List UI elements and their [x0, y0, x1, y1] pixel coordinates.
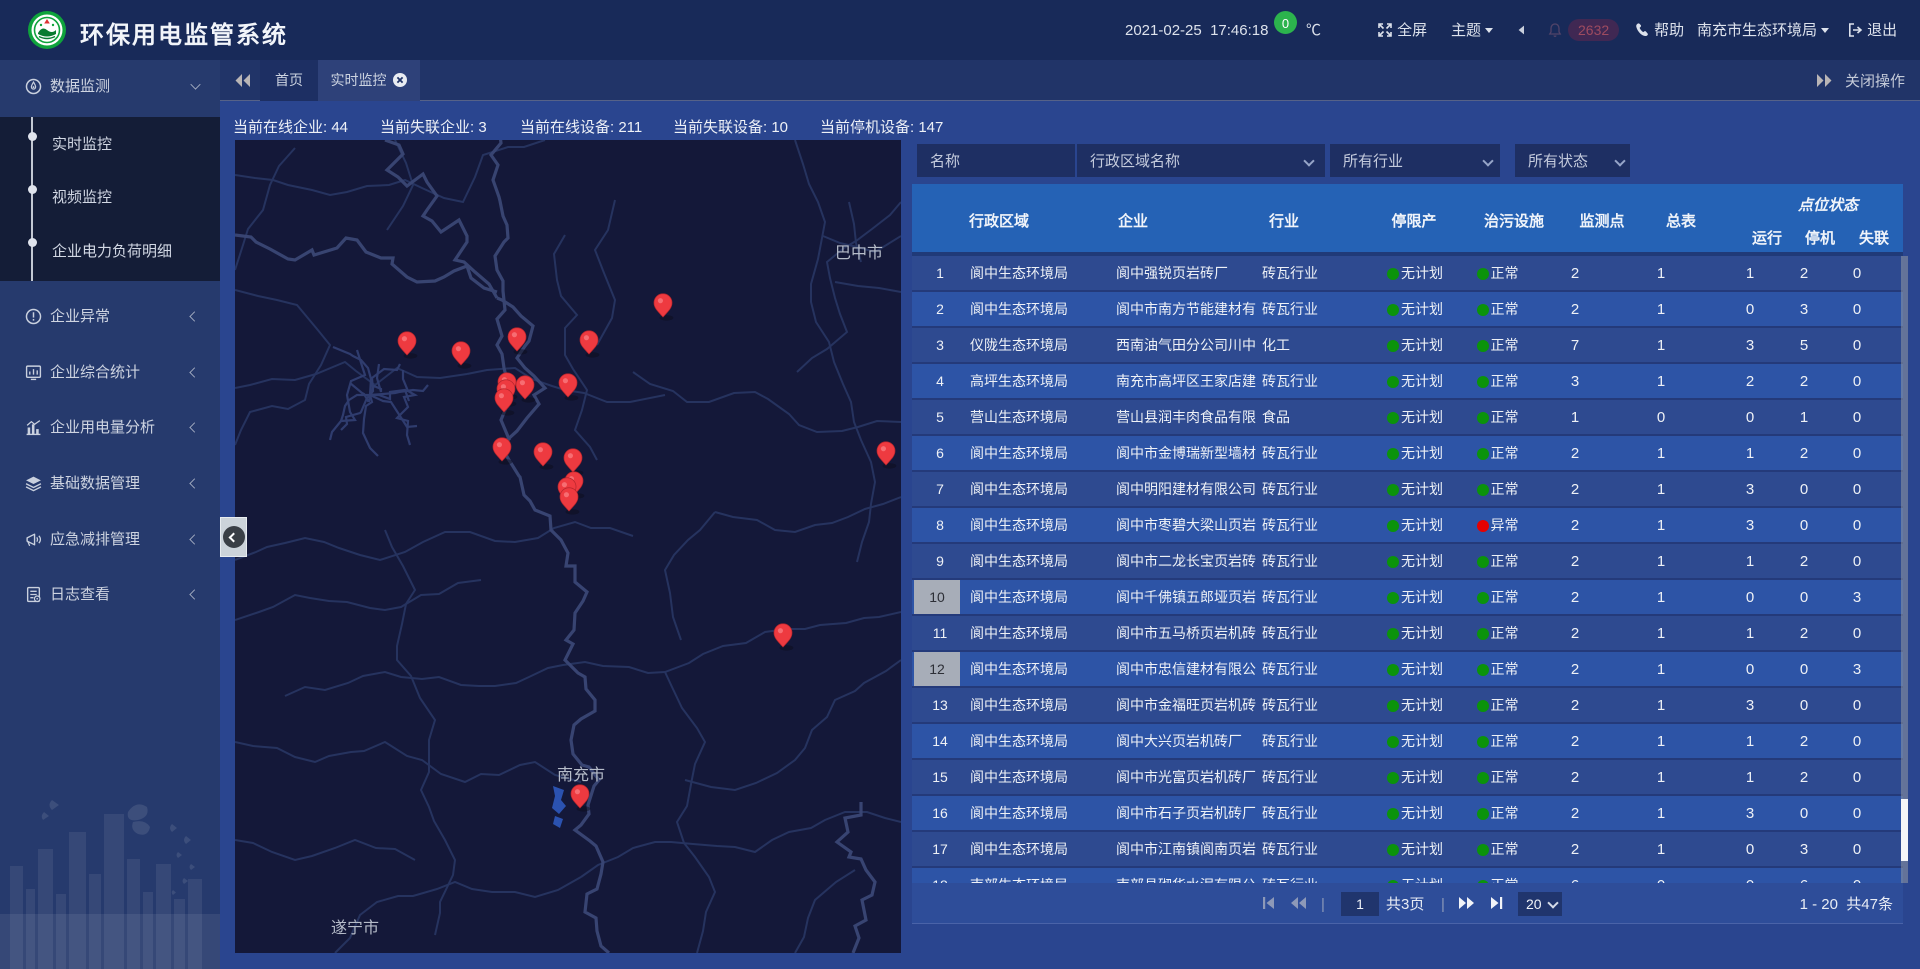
svg-text:南充市: 南充市: [557, 761, 605, 785]
svg-text:巴中市: 巴中市: [835, 239, 883, 263]
svg-text:遂宁市: 遂宁市: [331, 914, 379, 938]
